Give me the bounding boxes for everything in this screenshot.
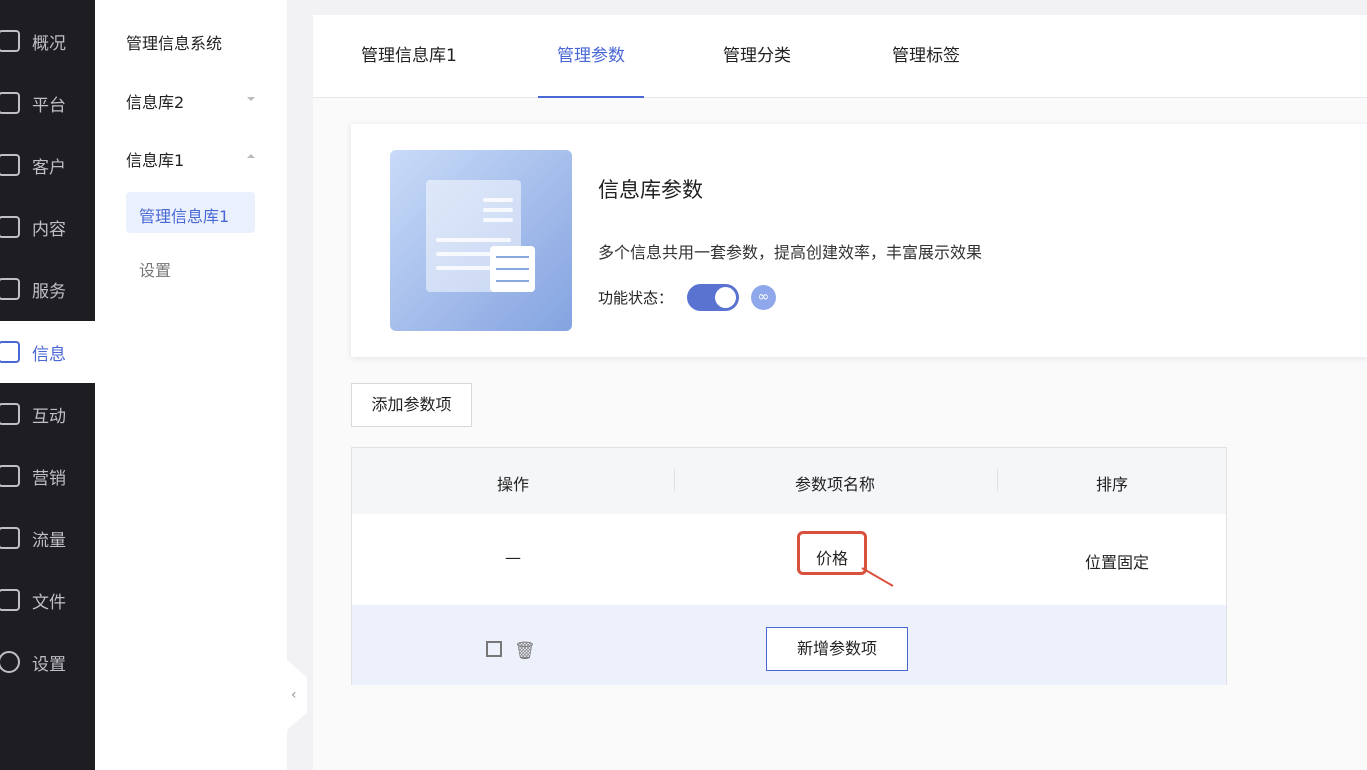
chevron-left-icon: ‹ — [291, 687, 297, 703]
params-info-card: 信息库参数 多个信息共用一套参数，提高创建效率，丰富展示效果 功能状态： ∞ — [351, 124, 1367, 357]
subnav-item-settings[interactable]: 设置 — [139, 257, 171, 281]
collapse-handle[interactable]: ‹ — [287, 660, 307, 730]
subnav-title: 管理信息系统 — [126, 34, 223, 53]
nav-label: 营销 — [32, 468, 66, 489]
status-toggle[interactable] — [687, 284, 739, 311]
nav-item-overview[interactable]: 概况 — [0, 10, 95, 72]
tab-manage-categories[interactable]: 管理分类 — [723, 15, 791, 98]
nav-label: 概况 — [32, 33, 66, 54]
nav-label: 文件 — [32, 592, 66, 613]
nav-item-files[interactable]: 文件 — [0, 569, 95, 631]
new-param-input[interactable]: 新增参数项 — [766, 627, 908, 671]
tab-bar: 管理信息库1 管理参数 管理分类 管理标签 — [313, 15, 1367, 98]
tag-icon — [0, 465, 20, 487]
tab-manage-tags[interactable]: 管理标签 — [892, 15, 960, 98]
card-description: 多个信息共用一套参数，提高创建效率，丰富展示效果 — [598, 243, 983, 262]
header-operation: 操作 — [496, 475, 529, 494]
card-title: 信息库参数 — [598, 178, 703, 202]
row-param-name: 价格 — [815, 549, 848, 568]
trash-icon[interactable]: 🗑 — [514, 641, 536, 661]
subnav-group-2[interactable]: 信息库2 — [126, 89, 184, 113]
nav-item-marketing[interactable]: 营销 — [0, 445, 95, 507]
nav-item-customer[interactable]: 客户 — [0, 134, 95, 196]
document-icon — [0, 216, 20, 238]
nav-item-service[interactable]: 服务 — [0, 258, 95, 320]
chevron-down-icon — [247, 97, 255, 101]
nav-label: 流量 — [32, 530, 66, 551]
nav-label: 服务 — [32, 281, 66, 302]
nav-item-settings[interactable]: 设置 — [0, 631, 95, 693]
table-header: 操作 参数项名称 排序 — [352, 448, 1226, 514]
annotation-arrow — [861, 567, 894, 587]
message-icon — [0, 341, 20, 363]
tab-manage-lib1[interactable]: 管理信息库1 — [361, 15, 457, 98]
subnav-group-1[interactable]: 信息库1 — [126, 147, 184, 171]
nav-item-info[interactable]: 信息 — [0, 321, 95, 383]
tab-manage-params[interactable]: 管理参数 — [538, 15, 644, 98]
params-illustration — [390, 150, 572, 331]
link-icon[interactable]: ∞ — [751, 285, 776, 310]
nav-label: 信息 — [32, 344, 66, 365]
nav-label: 内容 — [32, 219, 66, 240]
header-order: 排序 — [1095, 475, 1128, 494]
nav-label: 设置 — [32, 654, 66, 675]
edit-icon[interactable] — [486, 641, 502, 657]
nav-label: 平台 — [32, 95, 66, 116]
nav-label: 互动 — [32, 406, 66, 427]
sub-nav: 管理信息系统 信息库2 信息库1 管理信息库1 设置 — [95, 0, 287, 770]
row-order: 位置固定 — [1084, 553, 1149, 572]
nav-item-interaction[interactable]: 互动 — [0, 383, 95, 445]
subnav-item-manage-lib1[interactable]: 管理信息库1 — [126, 192, 255, 233]
chevron-up-icon — [247, 154, 255, 158]
chart-icon — [0, 30, 20, 52]
nav-item-traffic[interactable]: 流量 — [0, 507, 95, 569]
settings-icon — [0, 651, 20, 673]
folder-icon — [0, 589, 20, 611]
status-label: 功能状态： — [598, 289, 674, 307]
add-param-button[interactable]: 添加参数项 — [351, 383, 472, 427]
header-param-name: 参数项名称 — [794, 475, 875, 494]
layers-icon — [0, 92, 20, 114]
service-icon — [0, 278, 20, 300]
nav-item-platform[interactable]: 平台 — [0, 72, 95, 134]
params-table: 操作 参数项名称 排序 — 价格 位置固定 🗑 新增参数项 — [351, 447, 1227, 685]
row-operation: — — [505, 548, 521, 567]
megaphone-icon — [0, 527, 20, 549]
nav-label: 客户 — [32, 157, 66, 178]
main-content: 管理信息库1 管理参数 管理分类 管理标签 信息库参数 多个信息共用一套参数，提… — [313, 15, 1367, 770]
main-nav: 概况 平台 客户 内容 服务 信息 互动 营销 流量 文件 设置 — [0, 0, 95, 770]
user-icon — [0, 154, 20, 176]
nav-item-content[interactable]: 内容 — [0, 196, 95, 258]
interaction-icon — [0, 403, 20, 425]
